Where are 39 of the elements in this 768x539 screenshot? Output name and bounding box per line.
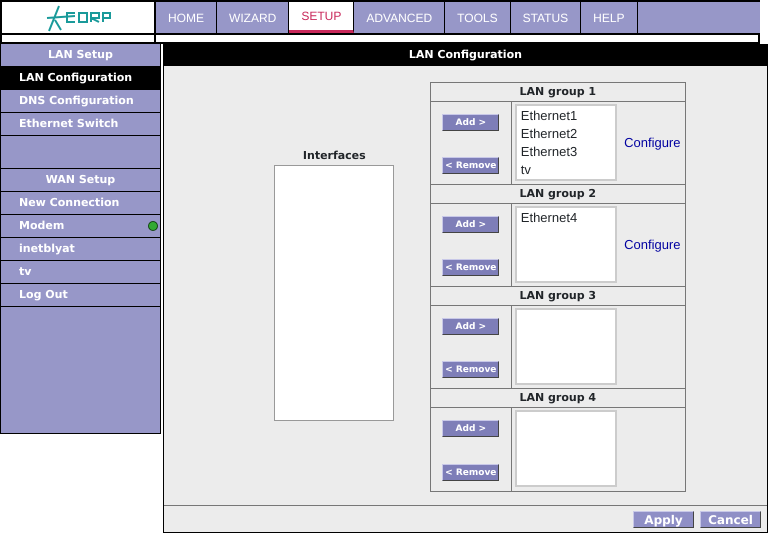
member-list[interactable] bbox=[514, 308, 617, 385]
interfaces-label: Interfaces bbox=[302, 148, 366, 164]
member-list[interactable]: Ethernet1 Ethernet2 Ethernet3 tv bbox=[514, 104, 617, 181]
nav-tab[interactable]: HELP bbox=[581, 2, 638, 33]
nav-tab[interactable]: TOOLS bbox=[445, 2, 511, 33]
panel-title: LAN Configuration bbox=[164, 44, 767, 66]
sidebar-item[interactable]: tv bbox=[19, 261, 32, 283]
cancel-button[interactable]: Cancel bbox=[700, 511, 761, 528]
nav-tab[interactable]: WIZARD bbox=[217, 2, 290, 33]
sidebar-heading: WAN Setup bbox=[1, 169, 160, 192]
group-title: LAN group 4 bbox=[430, 389, 685, 408]
add-button[interactable]: Add > bbox=[442, 114, 500, 131]
remove-button[interactable]: < Remove bbox=[442, 464, 500, 481]
group-title: LAN group 3 bbox=[430, 287, 685, 306]
sidebar-item[interactable]: DNS Configuration bbox=[19, 90, 134, 112]
sidebar-item[interactable]: Log Out bbox=[19, 284, 68, 306]
interfaces-list[interactable] bbox=[274, 164, 394, 420]
add-button[interactable]: Add > bbox=[442, 318, 500, 335]
remove-button[interactable]: < Remove bbox=[442, 157, 500, 174]
remove-button[interactable]: < Remove bbox=[442, 361, 500, 378]
add-button[interactable]: Add > bbox=[442, 420, 500, 437]
configure-link[interactable]: Configure bbox=[620, 204, 685, 286]
sidebar-item[interactable]: Ethernet Switch bbox=[19, 113, 118, 135]
add-button[interactable]: Add > bbox=[442, 216, 500, 233]
nav-tab[interactable]: STATUS bbox=[510, 2, 582, 33]
configure-link[interactable]: Configure bbox=[620, 102, 685, 184]
member-list[interactable] bbox=[514, 410, 617, 487]
apply-button[interactable]: Apply bbox=[633, 511, 694, 528]
sidebar-item[interactable]: inetblyat bbox=[19, 238, 75, 260]
nav-tab[interactable]: ADVANCED bbox=[354, 2, 446, 33]
logo-icon bbox=[45, 4, 111, 32]
nav-tab[interactable]: SETUP bbox=[289, 2, 354, 33]
group-title: LAN group 1 bbox=[430, 83, 685, 102]
nav-tab[interactable]: HOME bbox=[156, 2, 217, 33]
member-list[interactable]: Ethernet4 bbox=[514, 206, 617, 283]
sidebar-item[interactable]: Modem bbox=[19, 215, 64, 237]
group-title: LAN group 2 bbox=[430, 185, 685, 204]
sidebar-item[interactable]: New Connection bbox=[19, 192, 120, 214]
remove-button[interactable]: < Remove bbox=[442, 259, 500, 276]
